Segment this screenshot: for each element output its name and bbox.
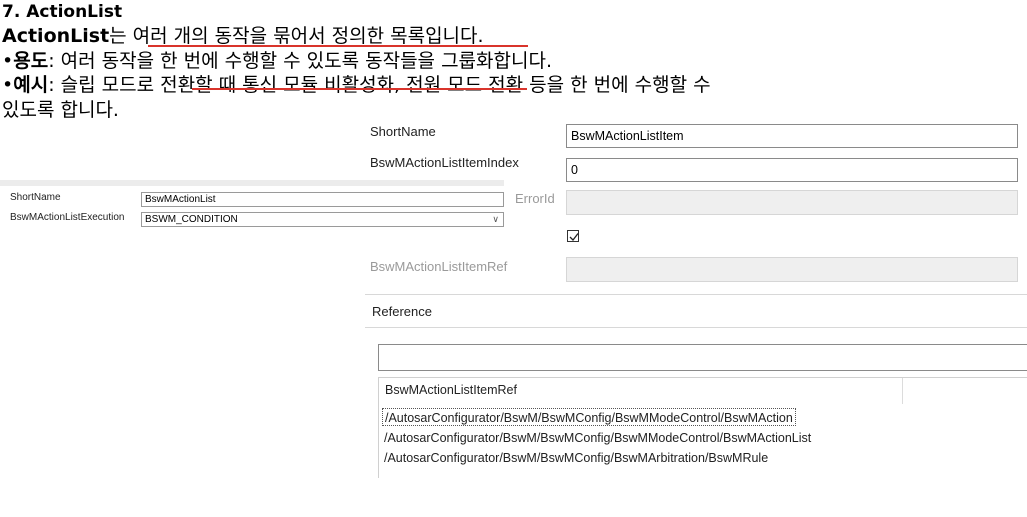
column-divider	[902, 378, 903, 404]
execution-label: BswMActionListExecution	[10, 212, 125, 223]
slide-line-3-text: : 슬립 모드로 전환할 때 통신 모듈 비활성화, 전원 모드 전환 등을 한…	[48, 74, 711, 96]
slide-line-2-bold: 용도	[13, 50, 49, 72]
reference-column-header[interactable]: BswMActionListItemRef	[385, 383, 517, 397]
reference-item[interactable]: /AutosarConfigurator/BswM/BswMConfig/Bsw…	[382, 429, 813, 447]
reference-title: Reference	[372, 304, 432, 319]
errorid-label: ErrorId	[515, 191, 555, 206]
slide-line-1-text: 는 여러 개의 동작을 묶어서 정의한 목록입니다.	[109, 25, 484, 47]
slide-heading: 7. ActionList	[2, 2, 123, 22]
item-shortname-label: ShortName	[370, 124, 436, 139]
item-index-label: BswMActionListItemIndex	[370, 155, 519, 170]
reference-search-input[interactable]	[378, 344, 1027, 371]
slide-line-3-bold: 예시	[13, 74, 49, 96]
dialog-header-bar	[0, 180, 504, 186]
item-index-field[interactable]: 0	[566, 158, 1018, 182]
divider	[365, 294, 1027, 295]
annotation-underline	[148, 45, 528, 47]
slide-line-2-text: : 여러 동작을 한 번에 수행할 수 있도록 동작들을 그룹화합니다.	[48, 50, 552, 72]
execution-select[interactable]: BSWM_CONDITION ∨	[141, 212, 504, 227]
shortname-field[interactable]: BswMActionList	[141, 192, 504, 207]
reference-list: BswMActionListItemRef /AutosarConfigurat…	[378, 377, 1027, 478]
slide-line-2: •용도: 여러 동작을 한 번에 수행할 수 있도록 동작들을 그룹화합니다.	[2, 49, 552, 73]
slide-line-3: •예시: 슬립 모드로 전환할 때 통신 모듈 비활성화, 전원 모드 전환 등…	[2, 73, 711, 97]
bullet: •	[2, 74, 14, 96]
divider	[365, 327, 1027, 328]
reference-item[interactable]: /AutosarConfigurator/BswM/BswMConfig/Bsw…	[382, 449, 770, 467]
reference-item[interactable]: /AutosarConfigurator/BswM/BswMConfig/Bsw…	[382, 408, 796, 426]
execution-select-value: BSWM_CONDITION	[145, 214, 238, 225]
bullet: •	[2, 50, 14, 72]
item-shortname-field[interactable]: BswMActionListItem	[566, 124, 1018, 148]
errorid-field	[566, 190, 1018, 215]
shortname-label: ShortName	[10, 192, 61, 203]
itemref-label: BswMActionListItemRef	[370, 259, 508, 274]
checkmark-icon	[569, 233, 579, 241]
itemref-field	[566, 257, 1018, 282]
slide-line-1-bold: ActionList	[2, 25, 110, 47]
slide-line-4: 있도록 합니다.	[2, 99, 119, 121]
item-checkbox[interactable]	[567, 230, 579, 242]
chevron-down-icon[interactable]: ∨	[492, 213, 499, 226]
annotation-underline	[192, 88, 527, 90]
